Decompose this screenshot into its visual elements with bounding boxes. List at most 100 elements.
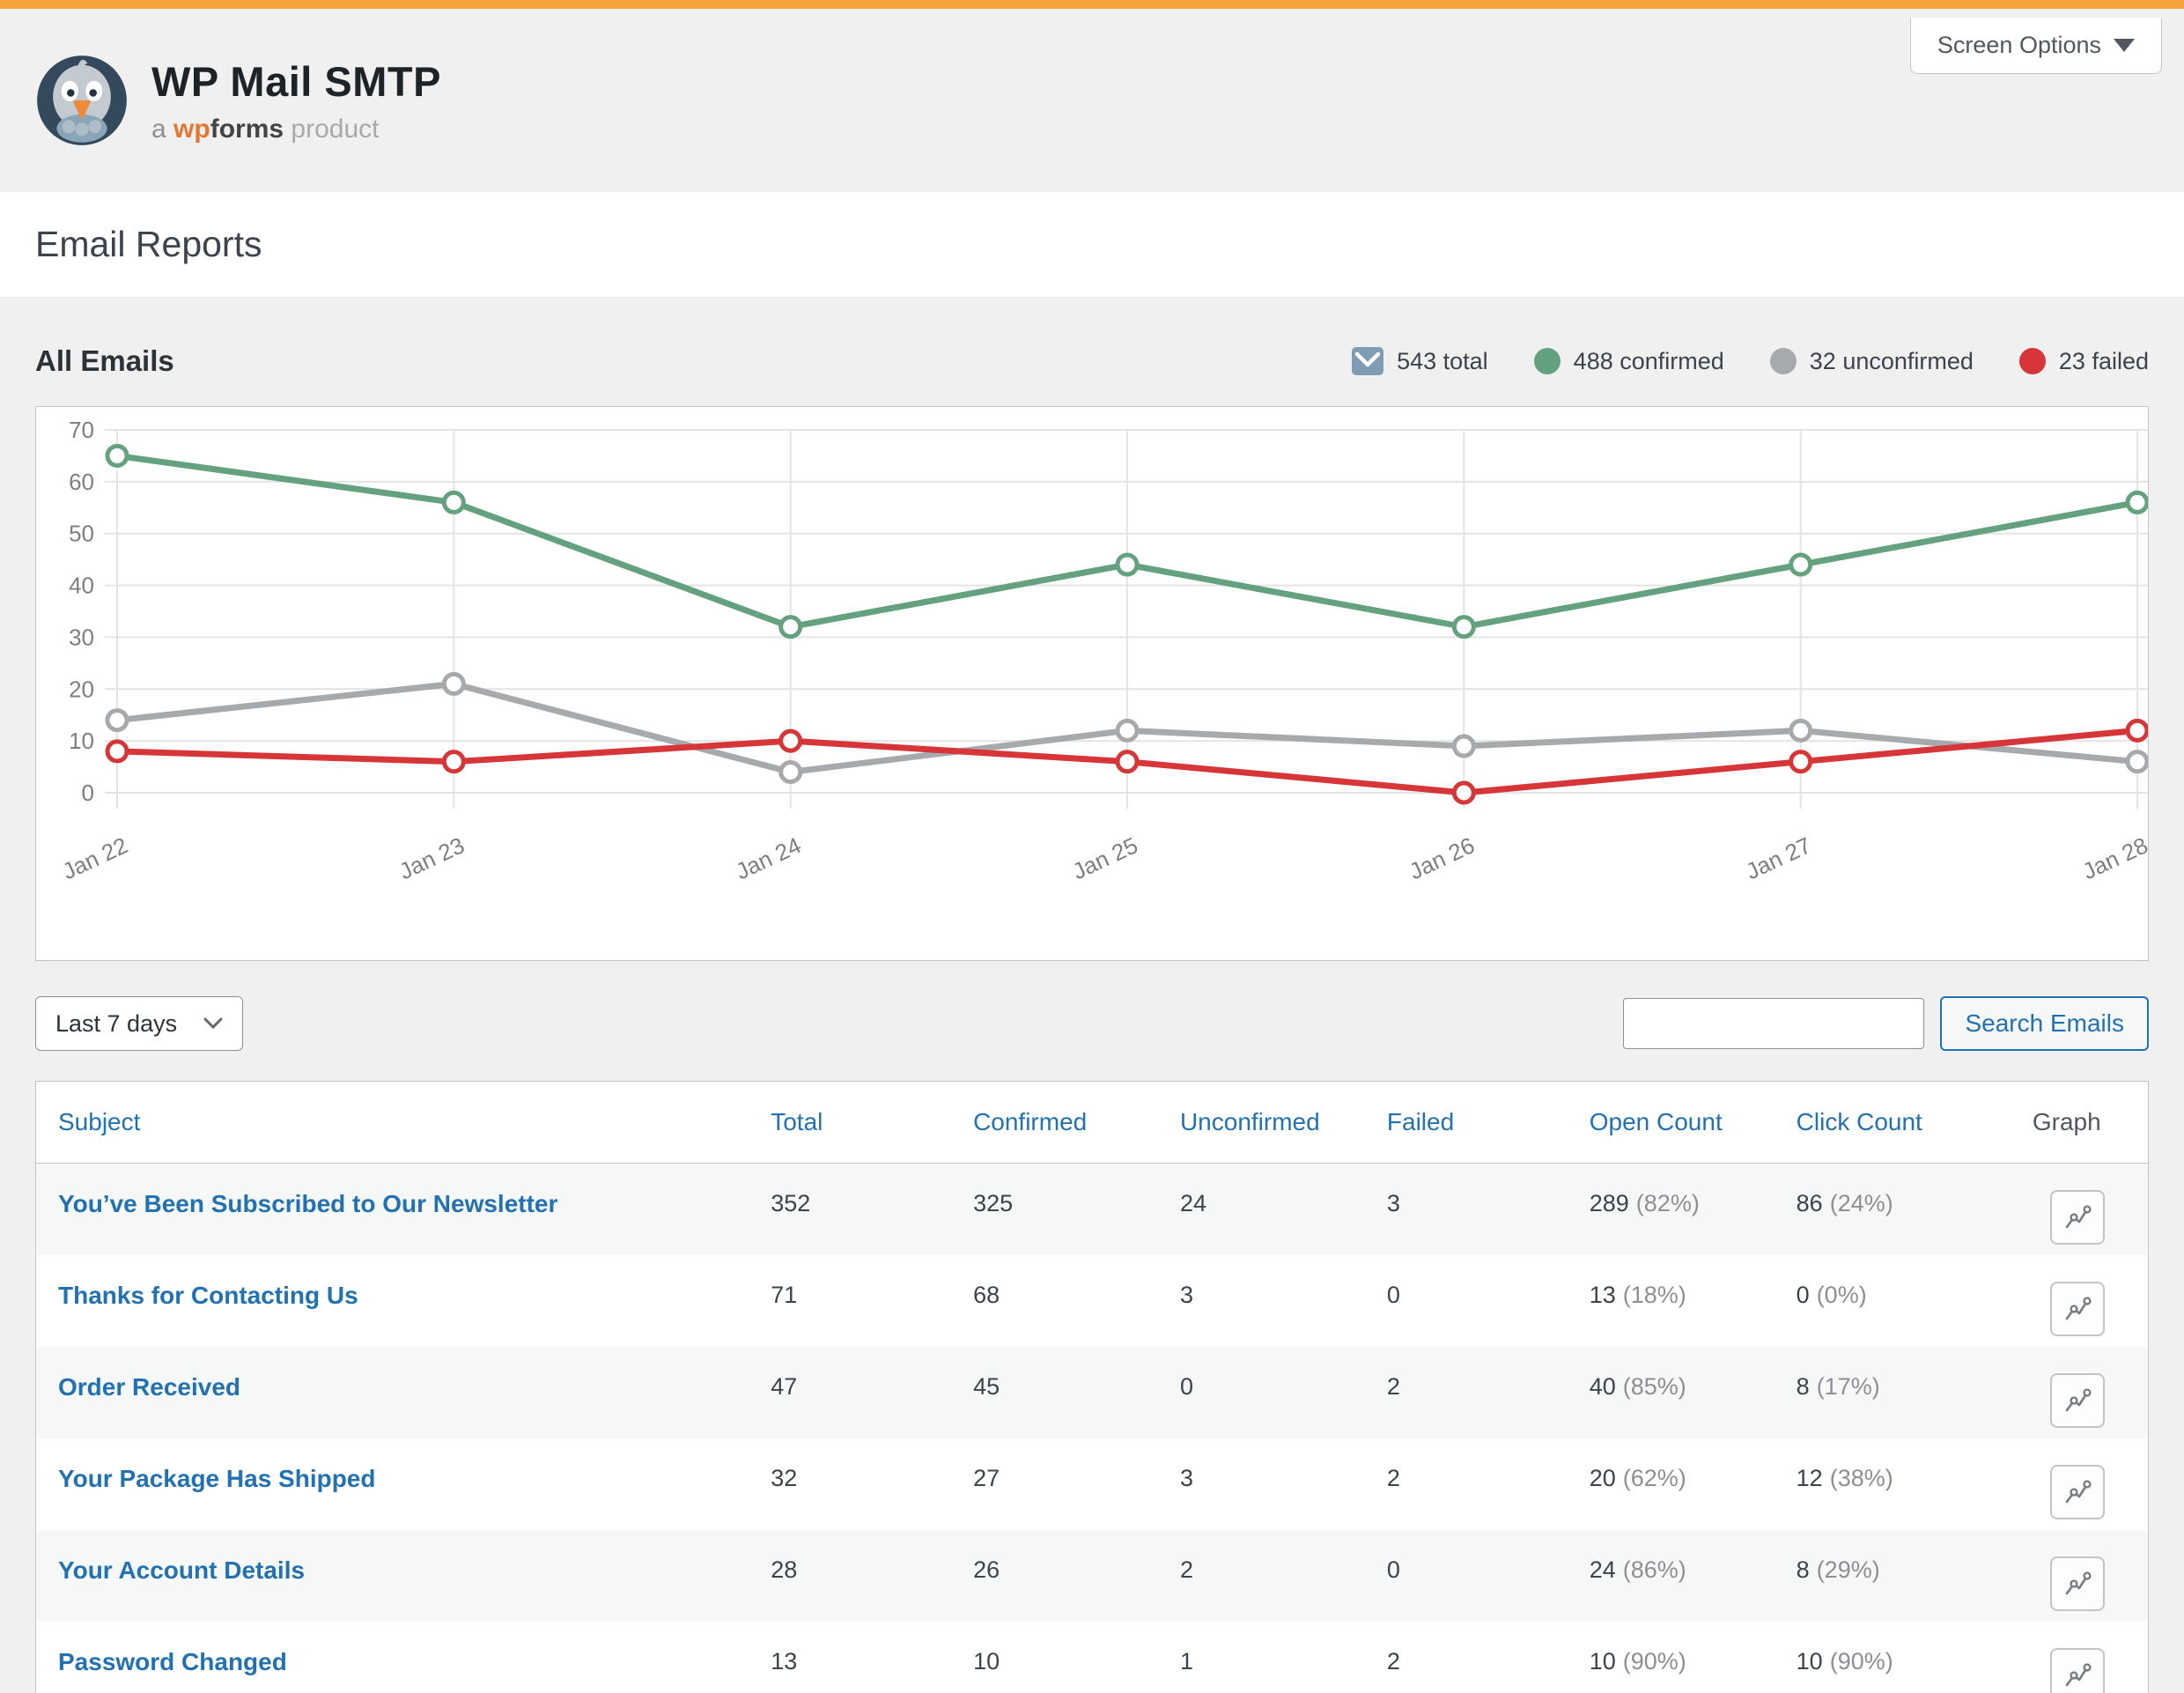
column-header-confirmed[interactable]: Confirmed <box>951 1082 1158 1164</box>
legend-item-confirmed: 488 confirmed <box>1534 348 1724 375</box>
screen-options-button[interactable]: Screen Options <box>1910 18 2162 74</box>
subject-link[interactable]: Your Package Has Shipped <box>58 1465 376 1492</box>
row-graph-button[interactable] <box>2050 1648 2105 1693</box>
table-header-row: SubjectTotalConfirmedUnconfirmedFailedOp… <box>36 1082 2149 1164</box>
column-header-click-count[interactable]: Click Count <box>1774 1082 1986 1164</box>
click-pct: (0%) <box>1817 1282 1867 1308</box>
click-count-cell: 8(17%) <box>1774 1347 1986 1438</box>
failed-cell: 2 <box>1365 1438 1568 1530</box>
date-range-value: Last 7 days <box>55 1010 177 1038</box>
unconfirmed-cell: 2 <box>1158 1530 1365 1622</box>
legend-label: 32 unconfirmed <box>1810 348 1974 375</box>
open-pct: (85%) <box>1623 1373 1686 1400</box>
total-cell: 71 <box>749 1255 951 1347</box>
open-pct: (86%) <box>1623 1556 1686 1583</box>
confirmed-cell: 26 <box>951 1530 1158 1622</box>
failed-cell: 2 <box>1365 1347 1568 1438</box>
section-heading: All Emails <box>35 344 174 378</box>
chart-box: 010203040506070Jan 22Jan 23Jan 24Jan 25J… <box>35 406 2149 961</box>
open-pct: (90%) <box>1623 1648 1686 1675</box>
controls-row: Last 7 days Search Emails <box>35 996 2149 1051</box>
table-row: Your Package Has Shipped 32 27 3 2 20(62… <box>36 1438 2149 1530</box>
open-count-cell: 10(90%) <box>1568 1622 1774 1693</box>
table-row: Your Account Details 28 26 2 0 24(86%) 8… <box>36 1530 2149 1622</box>
failed-cell: 2 <box>1365 1622 1568 1693</box>
confirmed-cell: 68 <box>951 1255 1158 1347</box>
column-header-subject[interactable]: Subject <box>36 1082 749 1164</box>
click-pct: (38%) <box>1830 1465 1893 1491</box>
tagline-prefix: a <box>151 115 166 144</box>
page-title-band: Email Reports <box>0 192 2184 297</box>
legend-label: 23 failed <box>2059 348 2149 375</box>
tagline-forms: forms <box>210 115 284 144</box>
dot-icon <box>1534 348 1561 374</box>
svg-text:Jan 26: Jan 26 <box>1405 832 1478 884</box>
pigeon-logo-icon <box>35 54 129 147</box>
click-count-cell: 86(24%) <box>1774 1164 1986 1255</box>
legend-label: 543 total <box>1397 348 1488 375</box>
row-graph-button[interactable] <box>2050 1556 2105 1611</box>
column-header-open-count[interactable]: Open Count <box>1568 1082 1774 1164</box>
row-graph-button[interactable] <box>2050 1465 2105 1519</box>
column-header-total[interactable]: Total <box>749 1082 951 1164</box>
svg-text:Jan 28: Jan 28 <box>2078 832 2148 884</box>
confirmed-cell: 325 <box>951 1164 1158 1255</box>
svg-text:10: 10 <box>69 728 94 754</box>
table-row: You’ve Been Subscribed to Our Newsletter… <box>36 1164 2149 1255</box>
open-count-cell: 24(86%) <box>1568 1530 1774 1622</box>
unconfirmed-cell: 24 <box>1158 1164 1365 1255</box>
row-graph-button[interactable] <box>2050 1373 2105 1428</box>
chevron-down-icon <box>2114 39 2135 52</box>
confirmed-cell: 27 <box>951 1438 1158 1530</box>
main-content: All Emails 543 total 488 confirmed 32 unco… <box>0 297 2184 1693</box>
total-cell: 28 <box>749 1530 951 1622</box>
open-count-cell: 289(82%) <box>1568 1164 1774 1255</box>
click-count-cell: 8(29%) <box>1774 1530 1986 1622</box>
line-chart-icon <box>2063 1661 2092 1689</box>
envelope-icon <box>1352 347 1383 375</box>
chart-legend: 543 total 488 confirmed 32 unconfirmed 23 f… <box>1352 347 2149 375</box>
date-range-select[interactable]: Last 7 days <box>35 996 243 1051</box>
tagline-wp: wp <box>173 115 210 144</box>
click-pct: (29%) <box>1817 1556 1880 1583</box>
total-cell: 32 <box>749 1438 951 1530</box>
svg-text:Jan 24: Jan 24 <box>732 832 805 884</box>
click-count-cell: 10(90%) <box>1774 1622 1986 1693</box>
failed-cell: 0 <box>1365 1255 1568 1347</box>
row-graph-button[interactable] <box>2050 1282 2105 1336</box>
page-title: Email Reports <box>35 224 2149 265</box>
click-count-cell: 0(0%) <box>1774 1255 1986 1347</box>
legend-label: 488 confirmed <box>1574 348 1724 375</box>
subject-link[interactable]: You’ve Been Subscribed to Our Newsletter <box>58 1190 557 1217</box>
subject-link[interactable]: Thanks for Contacting Us <box>58 1282 358 1309</box>
line-chart-icon <box>2063 1570 2092 1598</box>
confirmed-cell: 10 <box>951 1622 1158 1693</box>
svg-text:70: 70 <box>69 417 94 443</box>
svg-text:Jan 27: Jan 27 <box>1742 832 1815 884</box>
subject-link[interactable]: Order Received <box>58 1373 240 1401</box>
search-emails-button[interactable]: Search Emails <box>1940 996 2149 1051</box>
table-row: Order Received 47 45 0 2 40(85%) 8(17%) <box>36 1347 2149 1438</box>
subject-link[interactable]: Password Changed <box>58 1648 287 1675</box>
admin-top-bar <box>0 0 2184 9</box>
subject-link[interactable]: Your Account Details <box>58 1556 305 1584</box>
total-cell: 13 <box>749 1622 951 1693</box>
column-header-failed[interactable]: Failed <box>1365 1082 1568 1164</box>
summary-row: All Emails 543 total 488 confirmed 32 unco… <box>35 297 2149 406</box>
svg-text:20: 20 <box>69 676 94 702</box>
row-graph-button[interactable] <box>2050 1190 2105 1245</box>
search-controls: Search Emails <box>1623 996 2149 1051</box>
failed-cell: 3 <box>1365 1164 1568 1255</box>
column-header-graph: Graph <box>1986 1082 2149 1164</box>
legend-item-unconfirmed: 32 unconfirmed <box>1770 348 1974 375</box>
unconfirmed-cell: 1 <box>1158 1622 1365 1693</box>
search-input[interactable] <box>1623 998 1924 1049</box>
chevron-down-icon <box>203 1017 223 1030</box>
svg-text:Jan 22: Jan 22 <box>58 832 131 884</box>
confirmed-cell: 45 <box>951 1347 1158 1438</box>
column-header-unconfirmed[interactable]: Unconfirmed <box>1158 1082 1365 1164</box>
plugin-header: WP Mail SMTP a wpforms product Screen Op… <box>0 9 2184 192</box>
svg-text:Jan 23: Jan 23 <box>395 832 468 884</box>
click-pct: (24%) <box>1830 1190 1893 1216</box>
click-pct: (17%) <box>1817 1373 1880 1400</box>
